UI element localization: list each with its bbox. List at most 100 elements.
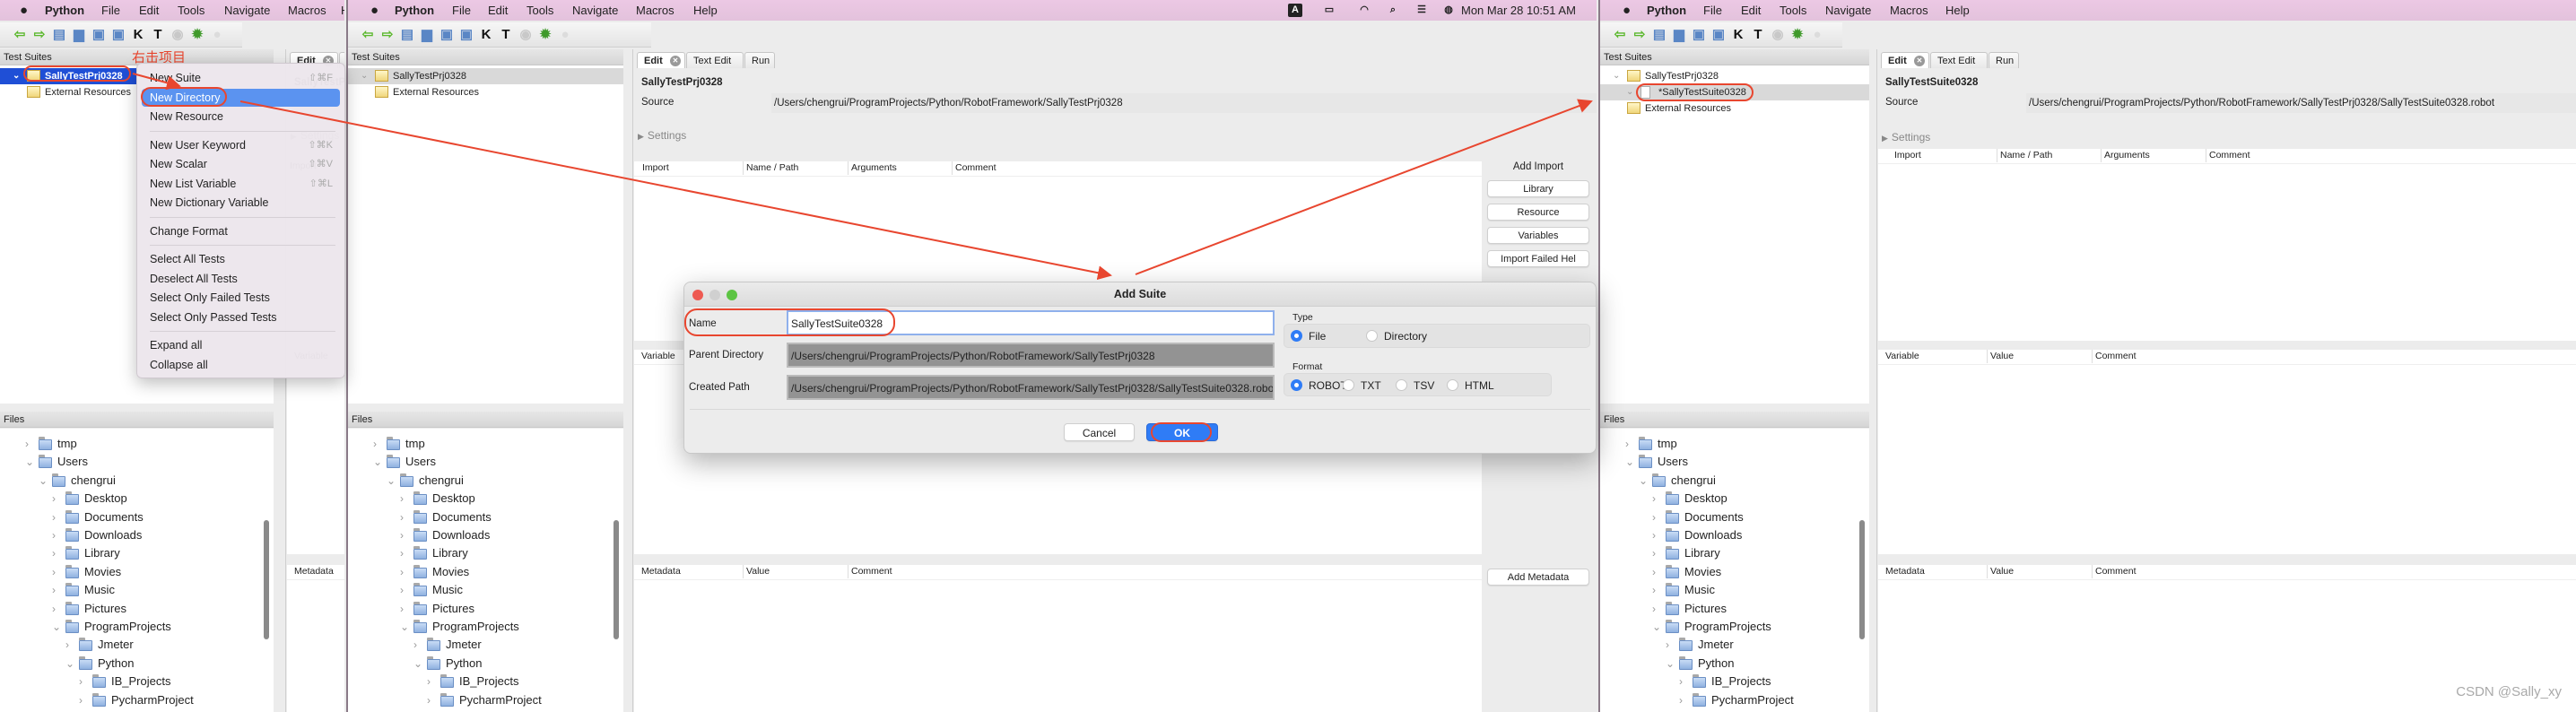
file-tree-item[interactable]: › Movies: [0, 563, 260, 581]
chevron-right-icon[interactable]: ›: [400, 563, 404, 581]
chevron-right-icon[interactable]: ›: [79, 691, 83, 709]
chevron-right-icon[interactable]: ›: [1666, 636, 1669, 654]
debug-bug-icon[interactable]: ✹: [1788, 26, 1806, 44]
metadata-column-header[interactable]: Value: [1987, 565, 2014, 578]
battery-charging-icon[interactable]: ▭: [1322, 4, 1336, 17]
chevron-right-icon[interactable]: ›: [52, 526, 56, 544]
metadata-column-header[interactable]: Value: [743, 565, 770, 578]
chevron-right-icon[interactable]: ›: [52, 508, 56, 526]
tree-item[interactable]: External Resources: [1600, 100, 1869, 117]
file-tree-item[interactable]: ⌄ chengrui: [0, 472, 260, 490]
menu-tools[interactable]: Tools: [527, 0, 553, 21]
format-radio-robot[interactable]: [1291, 379, 1302, 391]
add-metadata-button[interactable]: Add Metadata: [1487, 569, 1589, 586]
tab-run[interactable]: Run: [1989, 52, 2019, 68]
file-tree-item[interactable]: › Documents: [1600, 508, 1856, 526]
open-directory-icon[interactable]: ▆: [1670, 26, 1688, 44]
file-tree-item[interactable]: › Jmeter: [0, 636, 260, 654]
chevron-right-icon[interactable]: ›: [400, 508, 404, 526]
tab-edit[interactable]: Edit ✕: [637, 52, 685, 68]
menubar-clock[interactable]: Mon Mar 28 10:51 AM: [1461, 0, 1576, 21]
chevron-down-icon[interactable]: ⌄: [52, 618, 61, 636]
chevron-right-icon[interactable]: ›: [1652, 526, 1656, 544]
metadata-column-header[interactable]: Metadata: [639, 565, 681, 578]
open-file-icon[interactable]: ▤: [50, 26, 68, 44]
search-tests-icon[interactable]: T: [497, 26, 515, 44]
file-tree-item[interactable]: › PycharmProject: [1600, 691, 1856, 709]
run-icon[interactable]: ◉: [169, 26, 187, 44]
stop-icon[interactable]: ●: [556, 26, 574, 44]
import-variables-button[interactable]: Variables: [1487, 227, 1589, 244]
forward-arrow-icon[interactable]: ⇨: [379, 26, 396, 44]
chevron-right-icon[interactable]: ›: [65, 636, 69, 654]
menu-item-new-scalar[interactable]: New Scalar ⇧⌘V: [142, 155, 340, 173]
cancel-button[interactable]: Cancel: [1064, 423, 1135, 441]
import-column-header[interactable]: Comment: [2206, 149, 2250, 162]
file-tree-item[interactable]: › Library: [348, 544, 610, 562]
tree-item[interactable]: External Resources: [348, 84, 623, 100]
save-icon[interactable]: ▣: [438, 26, 456, 44]
debug-bug-icon[interactable]: ✹: [188, 26, 206, 44]
apple-menu-icon[interactable]: ●: [1623, 0, 1631, 21]
import-column-header[interactable]: Comment: [952, 161, 996, 175]
save-all-icon[interactable]: ▣: [109, 26, 127, 44]
files-scrollbar[interactable]: [264, 520, 269, 639]
chevron-down-icon[interactable]: ⌄: [361, 68, 368, 84]
metadata-column-header[interactable]: Metadata: [1883, 565, 1925, 578]
metadata-table[interactable]: [287, 565, 344, 712]
type-radio-file[interactable]: [1291, 330, 1302, 342]
file-tree-item[interactable]: › Downloads: [0, 526, 260, 544]
file-tree-item[interactable]: › PycharmProject: [0, 691, 260, 709]
file-tree-item[interactable]: › Library: [1600, 544, 1856, 562]
forward-arrow-icon[interactable]: ⇨: [1631, 26, 1649, 44]
metadata-column-header[interactable]: Comment: [848, 565, 892, 578]
file-tree-item[interactable]: › tmp: [348, 435, 610, 453]
type-radio-directory[interactable]: [1366, 330, 1378, 342]
chevron-down-icon[interactable]: ⌄: [373, 453, 382, 471]
menu-item-new-dictionary-variable[interactable]: New Dictionary Variable: [142, 194, 340, 212]
chevron-right-icon[interactable]: ›: [1652, 581, 1656, 599]
control-center-icon[interactable]: ☰: [1414, 4, 1429, 17]
import-table[interactable]: [1878, 149, 2576, 341]
tab-text-edit[interactable]: Text Edit: [686, 52, 744, 68]
file-tree-item[interactable]: › Library: [0, 544, 260, 562]
import-column-header[interactable]: Name / Path: [1997, 149, 2052, 162]
import-import-button[interactable]: Import Failed Hel: [1487, 250, 1589, 267]
files-scrollbar[interactable]: [1859, 520, 1865, 639]
import-column-header[interactable]: Import: [640, 161, 669, 175]
file-tree-item[interactable]: › IB_Projects: [348, 673, 610, 690]
file-tree-item[interactable]: › Downloads: [1600, 526, 1856, 544]
file-tree-item[interactable]: › IB_Projects: [0, 673, 260, 690]
chevron-right-icon[interactable]: ›: [1625, 435, 1629, 453]
chevron-down-icon[interactable]: ⌄: [25, 453, 34, 471]
forward-arrow-icon[interactable]: ⇨: [30, 26, 48, 44]
import-column-header[interactable]: Name / Path: [743, 161, 798, 175]
run-icon[interactable]: ◉: [517, 26, 535, 44]
chevron-down-icon[interactable]: ⌄: [65, 655, 74, 673]
chevron-right-icon[interactable]: ›: [400, 490, 404, 508]
chevron-right-icon[interactable]: ›: [1652, 490, 1656, 508]
chevron-right-icon[interactable]: ›: [400, 600, 404, 618]
variable-table[interactable]: [1878, 350, 2576, 554]
search-tests-icon[interactable]: T: [1749, 26, 1767, 44]
input-source-icon[interactable]: A: [1288, 4, 1302, 17]
chevron-down-icon[interactable]: ⌄: [1625, 453, 1634, 471]
file-tree-item[interactable]: › Desktop: [1600, 490, 1856, 508]
file-tree-item[interactable]: ⌄ Users: [0, 453, 260, 471]
file-tree-item[interactable]: › Movies: [348, 563, 610, 581]
chevron-right-icon[interactable]: ›: [52, 600, 56, 618]
open-file-icon[interactable]: ▤: [1650, 26, 1668, 44]
file-tree-item[interactable]: › tmp: [0, 435, 260, 453]
format-radio-html[interactable]: [1447, 379, 1458, 391]
back-arrow-icon[interactable]: ⇦: [1611, 26, 1629, 44]
menu-item-change-format[interactable]: Change Format: [142, 222, 340, 240]
import-column-header[interactable]: Arguments: [2101, 149, 2150, 162]
file-tree-item[interactable]: › Music: [0, 581, 260, 599]
chevron-right-icon[interactable]: ›: [427, 691, 431, 709]
file-tree-item[interactable]: ⌄ Python: [0, 655, 260, 673]
chevron-down-icon[interactable]: ⌄: [39, 472, 48, 490]
chevron-down-icon[interactable]: ⌄: [1626, 84, 1633, 100]
chevron-down-icon[interactable]: ⌄: [1639, 472, 1648, 490]
files-scrollbar[interactable]: [614, 520, 619, 639]
wifi-icon[interactable]: ◠: [1357, 4, 1371, 17]
